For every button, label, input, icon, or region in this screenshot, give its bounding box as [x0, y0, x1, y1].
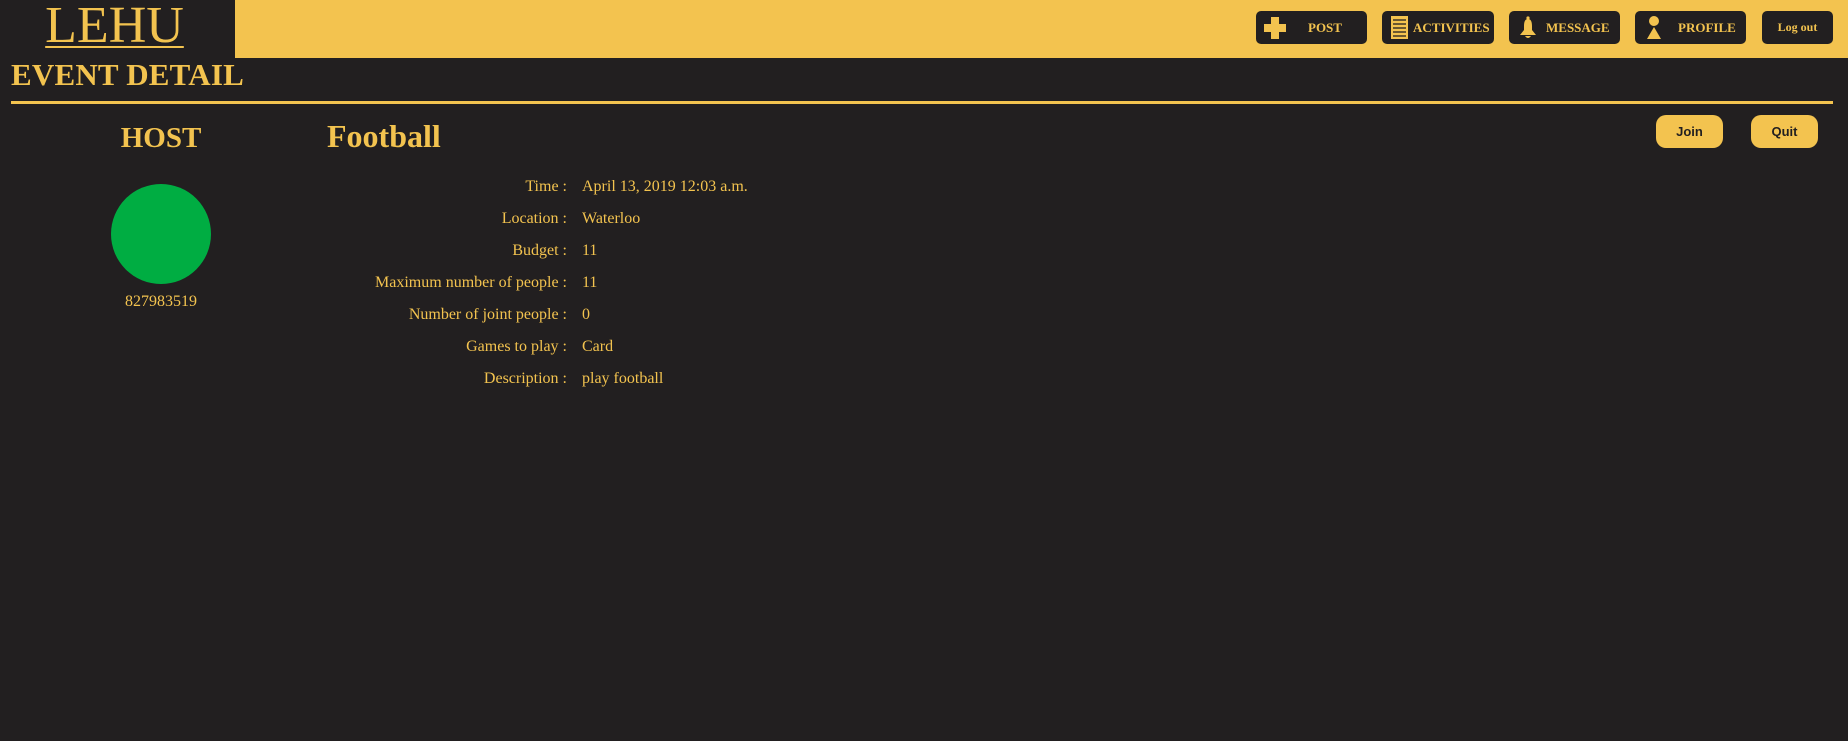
message-button[interactable]: MESSAGE: [1509, 11, 1620, 44]
host-avatar[interactable]: [111, 184, 211, 284]
logo-link[interactable]: LEHU: [45, 0, 184, 52]
detail-label: Budget :: [512, 242, 567, 259]
logout-button-label: Log out: [1777, 20, 1818, 34]
host-id: 827983519: [125, 293, 197, 310]
detail-label: Games to play :: [466, 338, 567, 355]
top-navigation-bar: LEHU POST ACTIVITIES MESSAGE PROFILE Log…: [0, 0, 1848, 58]
logo-container: LEHU: [0, 0, 235, 58]
post-button[interactable]: POST: [1256, 11, 1367, 44]
page-title: EVENT DETAIL: [11, 57, 244, 92]
detail-value: 0: [582, 306, 590, 323]
post-button-label: POST: [1308, 20, 1342, 35]
detail-label: Time :: [525, 178, 567, 195]
person-icon: [1647, 16, 1661, 39]
activities-button-label: ACTIVITIES: [1413, 20, 1490, 35]
message-button-label: MESSAGE: [1546, 20, 1610, 35]
activities-button[interactable]: ACTIVITIES: [1382, 11, 1494, 44]
host-heading: HOST: [120, 122, 202, 154]
bell-icon: [1520, 16, 1536, 38]
join-button[interactable]: Join: [1656, 115, 1723, 148]
detail-value: 11: [582, 242, 598, 259]
list-icon: [1391, 16, 1408, 39]
logout-button[interactable]: Log out: [1762, 11, 1833, 44]
plus-icon: [1264, 17, 1286, 39]
event-title: Football: [327, 118, 441, 154]
detail-value: play football: [582, 370, 664, 387]
detail-value: Waterloo: [582, 210, 641, 227]
detail-label: Maximum number of people :: [375, 274, 567, 291]
detail-value: 11: [582, 274, 598, 291]
detail-label: Description :: [483, 370, 567, 387]
profile-button[interactable]: PROFILE: [1635, 11, 1746, 44]
detail-label: Location :: [501, 210, 567, 227]
quit-button[interactable]: Quit: [1751, 115, 1818, 148]
detail-value: Card: [582, 338, 614, 355]
detail-value: April 13, 2019 12:03 a.m.: [582, 178, 748, 195]
profile-button-label: PROFILE: [1678, 20, 1736, 35]
detail-label: Number of joint people :: [408, 306, 567, 323]
title-divider: [11, 101, 1833, 104]
